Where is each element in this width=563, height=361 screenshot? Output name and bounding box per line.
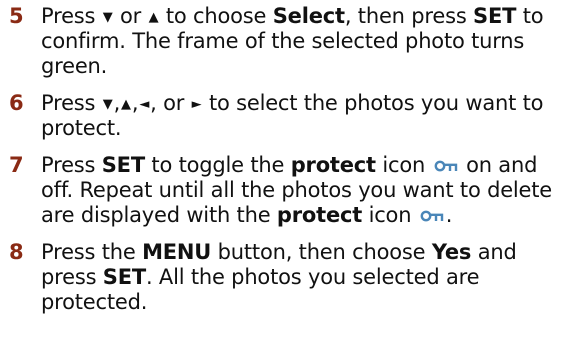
up-arrow-icon: ▲: [148, 10, 159, 25]
step-number: 5: [9, 4, 24, 28]
text: or: [113, 4, 148, 28]
text: to choose: [159, 4, 273, 28]
protect-label: protect: [276, 203, 363, 227]
down-arrow-icon: ▼: [102, 10, 113, 25]
set-button-label: SET: [102, 265, 146, 289]
text: ,: [113, 91, 121, 115]
set-button-label: SET: [473, 4, 517, 28]
left-arrow-icon: ◄: [139, 97, 150, 112]
right-arrow-icon: ►: [191, 97, 202, 112]
text: Press the: [41, 240, 143, 264]
step-6: 6 Press ▼,▲,◄, or ► to select the photos…: [0, 91, 563, 141]
down-arrow-icon: ▼: [102, 97, 113, 112]
text: button, then choose: [211, 240, 432, 264]
text: Press: [41, 4, 102, 28]
step-text: Press the MENU button, then choose Yes a…: [41, 240, 563, 315]
menu-button-label: MENU: [142, 240, 212, 264]
text: .: [445, 203, 453, 227]
text: icon: [375, 153, 432, 177]
text: icon: [362, 203, 418, 227]
text: Press: [41, 153, 102, 177]
text: , then press: [344, 4, 474, 28]
step-7: 7 Press SET to toggle the protect icon o…: [0, 153, 563, 228]
step-number: 7: [9, 153, 24, 177]
step-number: 6: [9, 91, 24, 115]
text: Press: [41, 91, 102, 115]
yes-option-label: Yes: [431, 240, 472, 264]
protect-key-icon: [420, 210, 443, 222]
step-5: 5 Press ▼ or ▲ to choose Select, then pr…: [0, 4, 563, 79]
instruction-steps: 5 Press ▼ or ▲ to choose Select, then pr…: [0, 4, 563, 327]
text: to toggle the: [144, 153, 291, 177]
step-number: 8: [9, 240, 24, 264]
step-text: Press ▼ or ▲ to choose Select, then pres…: [41, 4, 563, 79]
step-8: 8 Press the MENU button, then choose Yes…: [0, 240, 563, 315]
protect-key-icon: [434, 160, 457, 172]
protect-label: protect: [290, 153, 376, 177]
step-text: Press ▼,▲,◄, or ► to select the photos y…: [41, 91, 563, 141]
up-arrow-icon: ▲: [121, 97, 131, 112]
text: ,: [131, 91, 139, 115]
select-option-label: Select: [272, 4, 345, 28]
text: , or: [150, 91, 191, 115]
step-text: Press SET to toggle the protect icon on …: [41, 153, 563, 228]
set-button-label: SET: [101, 153, 145, 177]
